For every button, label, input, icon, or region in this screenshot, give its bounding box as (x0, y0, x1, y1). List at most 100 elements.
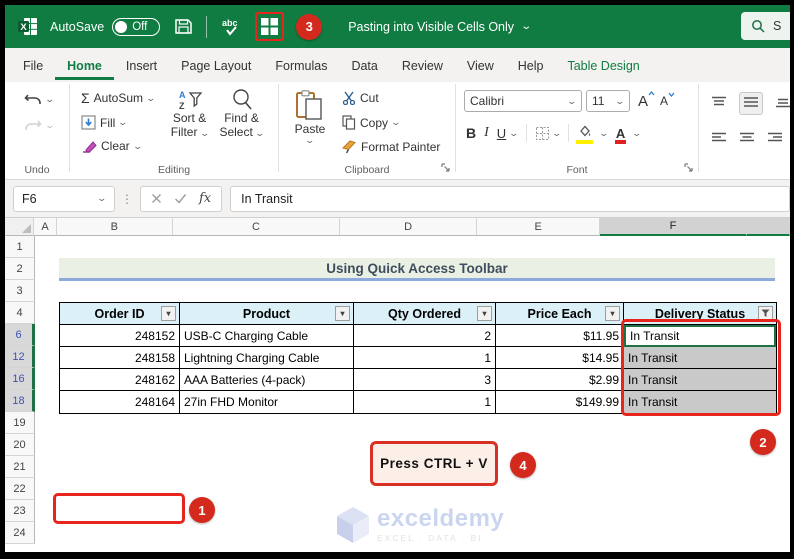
cell-order-id[interactable]: 248152 (60, 325, 180, 347)
increase-font-size-button[interactable]: A (638, 90, 655, 110)
filter-dropdown-icon[interactable]: ▾ (477, 306, 492, 321)
row-header[interactable]: 24 (5, 522, 35, 544)
redo-button[interactable]: ⌄ (21, 116, 69, 134)
column-header-c[interactable]: C (172, 218, 341, 236)
spellcheck-icon[interactable]: abc (221, 16, 243, 38)
excel-logo-icon[interactable]: X (18, 17, 38, 36)
select-all-corner[interactable] (5, 218, 34, 236)
decrease-font-size-button[interactable]: A (660, 92, 675, 108)
formula-input[interactable]: In Transit (230, 185, 790, 212)
filter-dropdown-icon[interactable]: ▾ (605, 306, 620, 321)
undo-button[interactable]: ⌄ (21, 90, 69, 108)
paste-visible-cells-icon[interactable] (260, 17, 279, 36)
column-header-d[interactable]: D (340, 218, 477, 236)
dialog-launcher-icon[interactable] (441, 161, 450, 175)
underline-button[interactable]: U (497, 126, 506, 141)
tab-help[interactable]: Help (506, 50, 556, 80)
copy-button[interactable]: Copy ⌄ (339, 113, 443, 132)
confirm-icon[interactable] (174, 193, 187, 204)
header-price-each[interactable]: Price Each ▾ (496, 303, 624, 325)
row-header[interactable]: 23 (5, 500, 35, 522)
save-icon[interactable] (174, 17, 193, 36)
row-header[interactable]: 3 (5, 280, 35, 302)
cell-price[interactable]: $2.99 (496, 369, 624, 391)
mini-separator (525, 124, 527, 142)
name-box[interactable]: F6 ⌄ (13, 185, 115, 212)
align-center-button[interactable] (739, 132, 755, 147)
search-box[interactable]: S (741, 12, 790, 40)
tab-home[interactable]: Home (55, 50, 114, 80)
bold-button[interactable]: B (466, 125, 476, 141)
insert-function-icon[interactable]: fx (199, 191, 211, 206)
italic-button[interactable]: I (484, 125, 489, 141)
cell-qty[interactable]: 1 (354, 347, 496, 369)
mini-separator (568, 124, 570, 142)
tab-data[interactable]: Data (339, 50, 389, 80)
align-left-button[interactable] (711, 132, 727, 147)
cell-price[interactable]: $14.95 (496, 347, 624, 369)
column-header-a[interactable]: A (33, 218, 58, 236)
cell-qty[interactable]: 3 (354, 369, 496, 391)
cancel-icon[interactable] (151, 193, 162, 204)
header-order-id[interactable]: Order ID ▾ (60, 303, 180, 325)
row-header-filtered[interactable]: 18 (5, 390, 35, 412)
borders-button[interactable]: ⌄ (535, 126, 562, 141)
row-header[interactable]: 22 (5, 478, 35, 500)
header-product[interactable]: Product ▾ (180, 303, 354, 325)
tab-formulas[interactable]: Formulas (263, 50, 339, 80)
column-header-g-partial[interactable] (746, 218, 790, 236)
tab-review[interactable]: Review (390, 50, 455, 80)
tab-insert[interactable]: Insert (114, 50, 169, 80)
chevron-down-icon: ⌄ (199, 127, 210, 138)
dialog-launcher-icon[interactable] (684, 161, 693, 175)
row-header-filtered[interactable]: 16 (5, 368, 35, 390)
cell-order-id[interactable]: 248164 (60, 391, 180, 413)
fill-button[interactable]: Fill ⌄ (78, 113, 158, 132)
cell-price[interactable]: $11.95 (496, 325, 624, 347)
row-header[interactable]: 20 (5, 434, 35, 456)
row-header-filtered[interactable]: 6 (5, 324, 35, 346)
tab-table-design[interactable]: Table Design (555, 50, 651, 80)
tab-page-layout[interactable]: Page Layout (169, 50, 263, 80)
clear-button[interactable]: Clear ⌄ (78, 137, 158, 155)
filter-dropdown-icon[interactable]: ▾ (161, 306, 176, 321)
filter-dropdown-icon[interactable]: ▾ (335, 306, 350, 321)
column-header-b[interactable]: B (57, 218, 173, 236)
row-header[interactable]: 19 (5, 412, 35, 434)
autosum-button[interactable]: Σ AutoSum ⌄ (78, 88, 158, 108)
autosave-toggle[interactable]: Off (112, 17, 161, 36)
header-qty-ordered[interactable]: Qty Ordered ▾ (354, 303, 496, 325)
cell-product[interactable]: USB-C Charging Cable (180, 325, 354, 347)
row-header[interactable]: 2 (5, 258, 35, 280)
exceldemy-watermark: exceldemy EXCEL · DATA · BI (335, 505, 504, 545)
cell-product[interactable]: 27in FHD Monitor (180, 391, 354, 413)
align-top-button[interactable] (711, 96, 727, 111)
redo-icon (25, 120, 42, 130)
align-right-button[interactable] (767, 132, 783, 147)
document-title[interactable]: Pasting into Visible Cells Only (348, 20, 514, 34)
cell-qty[interactable]: 2 (354, 325, 496, 347)
row-header[interactable]: 4 (5, 302, 35, 324)
cell-qty[interactable]: 1 (354, 391, 496, 413)
align-bottom-button[interactable] (775, 96, 790, 111)
column-header-f[interactable]: F (600, 218, 747, 236)
format-painter-button[interactable]: Format Painter (339, 138, 443, 156)
font-color-button[interactable]: A (614, 126, 627, 144)
cut-button[interactable]: Cut (339, 89, 443, 107)
cell-order-id[interactable]: 248162 (60, 369, 180, 391)
fill-color-button[interactable] (576, 125, 594, 144)
row-header[interactable]: 1 (5, 236, 35, 258)
clear-eraser-icon (83, 141, 97, 153)
cell-product[interactable]: AAA Batteries (4-pack) (180, 369, 354, 391)
cell-price[interactable]: $149.99 (496, 391, 624, 413)
column-header-e[interactable]: E (476, 218, 601, 236)
tab-file[interactable]: File (11, 50, 55, 80)
font-size-select[interactable]: 11 ⌄ (586, 90, 630, 112)
font-name-select[interactable]: Calibri ⌄ (464, 90, 582, 112)
row-header-filtered[interactable]: 12 (5, 346, 35, 368)
row-header[interactable]: 21 (5, 456, 35, 478)
cell-order-id[interactable]: 248158 (60, 347, 180, 369)
align-middle-button[interactable] (739, 92, 763, 115)
tab-view[interactable]: View (455, 50, 506, 80)
cell-product[interactable]: Lightning Charging Cable (180, 347, 354, 369)
